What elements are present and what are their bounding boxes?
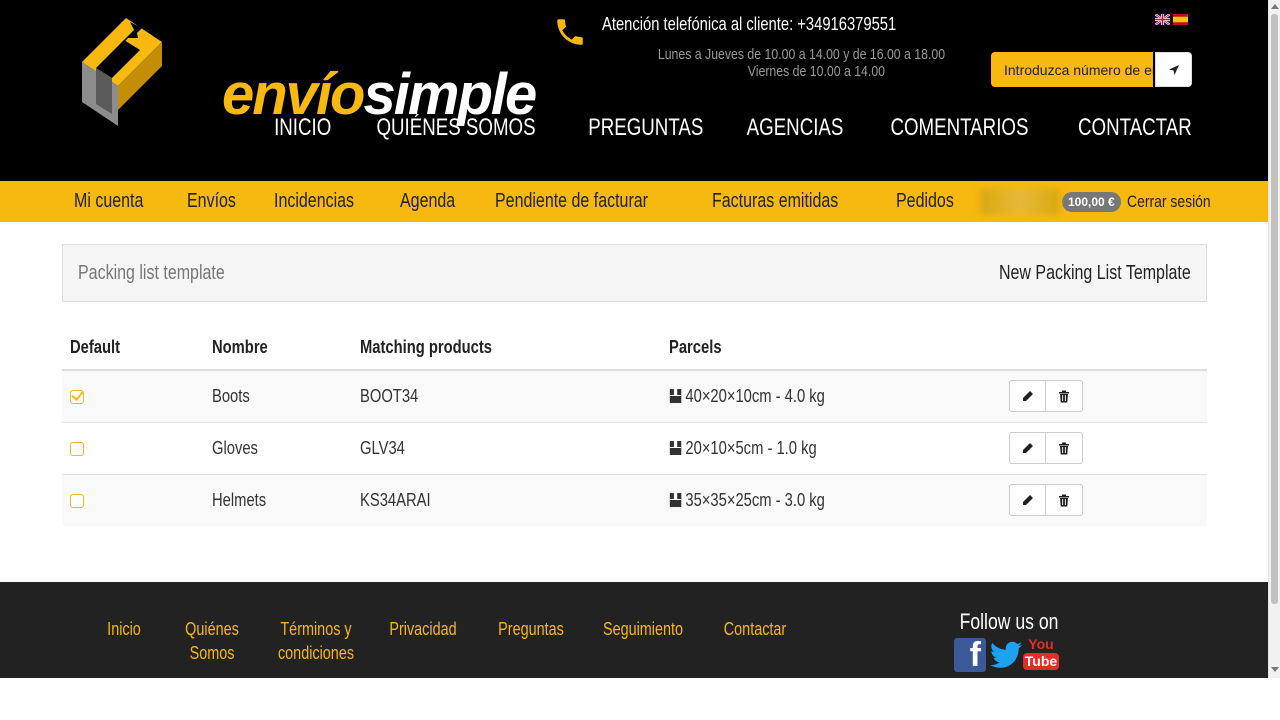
default-cell: [62, 369, 204, 422]
logo-mark-icon: [82, 18, 162, 126]
table-row: Gloves GLV34 20×10×5cm - 1.0 kg: [62, 421, 1207, 474]
scrollbar-thumb[interactable]: [1271, 14, 1278, 604]
edit-button[interactable]: [1009, 380, 1046, 413]
customer-phone: Atención telefónica al cliente: +3491637…: [602, 14, 897, 34]
youtube-icon[interactable]: You Tube: [1022, 636, 1060, 674]
site-logo[interactable]: envíosimple: [80, 14, 537, 129]
location-arrow-icon: [1168, 64, 1179, 75]
footer-link-seguimiento[interactable]: Seguimiento: [596, 617, 690, 665]
table-header-row: Default Nombre Matching products Parcels: [62, 326, 1207, 371]
language-switcher: [1155, 14, 1188, 25]
nav-agencias[interactable]: AGENCIAS: [747, 114, 844, 142]
matching-cell: BOOT34: [352, 369, 661, 422]
header-actions: [1001, 326, 1207, 371]
table-row: Boots BOOT34 40×20×10cm - 4.0 kg: [62, 369, 1207, 422]
social-links: f You Tube: [954, 636, 1060, 674]
delete-button[interactable]: [1046, 432, 1083, 464]
default-cell: [62, 421, 204, 474]
tracking-submit-button[interactable]: [1155, 52, 1192, 87]
footer-link-inicio[interactable]: Inicio: [95, 617, 153, 665]
vertical-scrollbar[interactable]: [1268, 0, 1280, 678]
actions-cell: [1001, 421, 1207, 474]
trash-icon: [1059, 442, 1069, 454]
subnav-pendiente-facturar[interactable]: Pendiente de facturar: [483, 190, 660, 213]
footer-link-privacidad[interactable]: Privacidad: [379, 617, 467, 665]
panel-title: Packing list template: [78, 262, 225, 284]
parcels-cell: 35×35×25cm - 3.0 kg: [661, 473, 1001, 526]
subnav-facturas-emitidas[interactable]: Facturas emitidas: [700, 190, 850, 213]
table-row: Helmets KS34ARAI 35×35×25cm - 3.0 kg: [62, 473, 1207, 526]
subnav-agenda[interactable]: Agenda: [388, 190, 467, 213]
page: envíosimple Atención telefónica al clien…: [0, 0, 1268, 678]
box-icon: [669, 388, 682, 403]
name-cell: Gloves: [204, 421, 352, 474]
header-matching-products: Matching products: [352, 326, 661, 371]
header-nombre: Nombre: [204, 326, 352, 371]
logout-link[interactable]: Cerrar sesión: [1127, 192, 1211, 212]
main-navigation: INICIO QUIÉNES SOMOS PREGUNTAS AGENCIAS …: [274, 114, 1200, 142]
follow-us-label: Follow us on: [959, 609, 1059, 634]
packing-list-table: Default Nombre Matching products Parcels…: [62, 326, 1207, 526]
account-navigation: Mi cuenta Envíos Incidencias Agenda Pend…: [62, 181, 982, 222]
packing-list-panel-heading: Packing list template New Packing List T…: [62, 244, 1207, 302]
edit-button[interactable]: [1009, 484, 1046, 517]
nav-comentarios[interactable]: COMENTARIOS: [891, 114, 1029, 142]
header-default: Default: [62, 326, 204, 371]
parcels-cell: 20×10×5cm - 1.0 kg: [661, 421, 1001, 474]
scroll-down-arrow-icon[interactable]: [1271, 667, 1279, 672]
tracking-number-input[interactable]: [991, 52, 1153, 87]
actions-cell: [1001, 369, 1207, 422]
footer-links: Inicio Quiénes Somos Términos y condicione…: [88, 617, 808, 665]
default-cell: [62, 473, 204, 526]
edit-button[interactable]: [1009, 432, 1046, 464]
box-icon: [669, 440, 682, 455]
parcels-cell: 40×20×10cm - 4.0 kg: [661, 369, 1001, 422]
default-checkbox[interactable]: [70, 494, 84, 508]
site-header: envíosimple Atención telefónica al clien…: [0, 0, 1268, 181]
footer-link-terminos[interactable]: Términos y condiciones: [274, 617, 357, 665]
opening-hours-weekdays: Lunes a Jueves de 10.00 a 14.00 y de 16.…: [657, 46, 946, 63]
balance-badge: 100,00 €: [1062, 192, 1121, 212]
footer-link-preguntas[interactable]: Preguntas: [489, 617, 574, 665]
spain-flag-icon[interactable]: [1173, 14, 1188, 25]
new-packing-list-template-button[interactable]: New Packing List Template: [999, 262, 1191, 285]
trash-icon: [1059, 390, 1069, 403]
nav-quienes-somos[interactable]: QUIÉNES SOMOS: [376, 114, 535, 142]
opening-hours-friday: Viernes de 10.00 a 14.00: [747, 63, 885, 80]
delete-button[interactable]: [1046, 484, 1083, 517]
user-name-redacted[interactable]: [980, 189, 1060, 215]
default-checkbox[interactable]: [70, 441, 84, 456]
pencil-icon: [1022, 391, 1033, 402]
scroll-up-arrow-icon[interactable]: [1271, 4, 1279, 9]
user-area: 100,00 € Cerrar sesión: [980, 189, 1229, 215]
twitter-icon[interactable]: [990, 641, 1022, 669]
footer-link-quienes-somos[interactable]: Quiénes Somos: [170, 617, 253, 665]
subnav-envios[interactable]: Envíos: [175, 190, 248, 213]
actions-cell: [1001, 473, 1207, 526]
pencil-icon: [1022, 443, 1033, 453]
phone-icon: [557, 19, 583, 45]
name-cell: Boots: [204, 369, 352, 422]
subnav-mi-cuenta[interactable]: Mi cuenta: [62, 190, 155, 213]
site-footer: Inicio Quiénes Somos Términos y condicione…: [0, 582, 1268, 678]
header-parcels: Parcels: [661, 326, 1001, 371]
account-toolbar: Mi cuenta Envíos Incidencias Agenda Pend…: [0, 181, 1268, 222]
pencil-icon: [1022, 495, 1033, 506]
nav-preguntas[interactable]: PREGUNTAS: [588, 114, 703, 142]
trash-icon: [1059, 494, 1069, 507]
matching-cell: KS34ARAI: [352, 473, 661, 526]
subnav-pedidos[interactable]: Pedidos: [884, 190, 966, 213]
box-icon: [669, 492, 682, 507]
name-cell: Helmets: [204, 473, 352, 526]
subnav-incidencias[interactable]: Incidencias: [262, 190, 366, 213]
nav-inicio[interactable]: INICIO: [274, 114, 331, 142]
delete-button[interactable]: [1046, 380, 1083, 413]
nav-contactar[interactable]: CONTACTAR: [1078, 114, 1192, 142]
footer-link-contactar[interactable]: Contactar: [713, 617, 798, 665]
matching-cell: GLV34: [352, 421, 661, 474]
uk-flag-icon[interactable]: [1155, 14, 1170, 25]
default-checkbox[interactable]: [70, 390, 84, 404]
facebook-icon[interactable]: f: [954, 638, 986, 672]
